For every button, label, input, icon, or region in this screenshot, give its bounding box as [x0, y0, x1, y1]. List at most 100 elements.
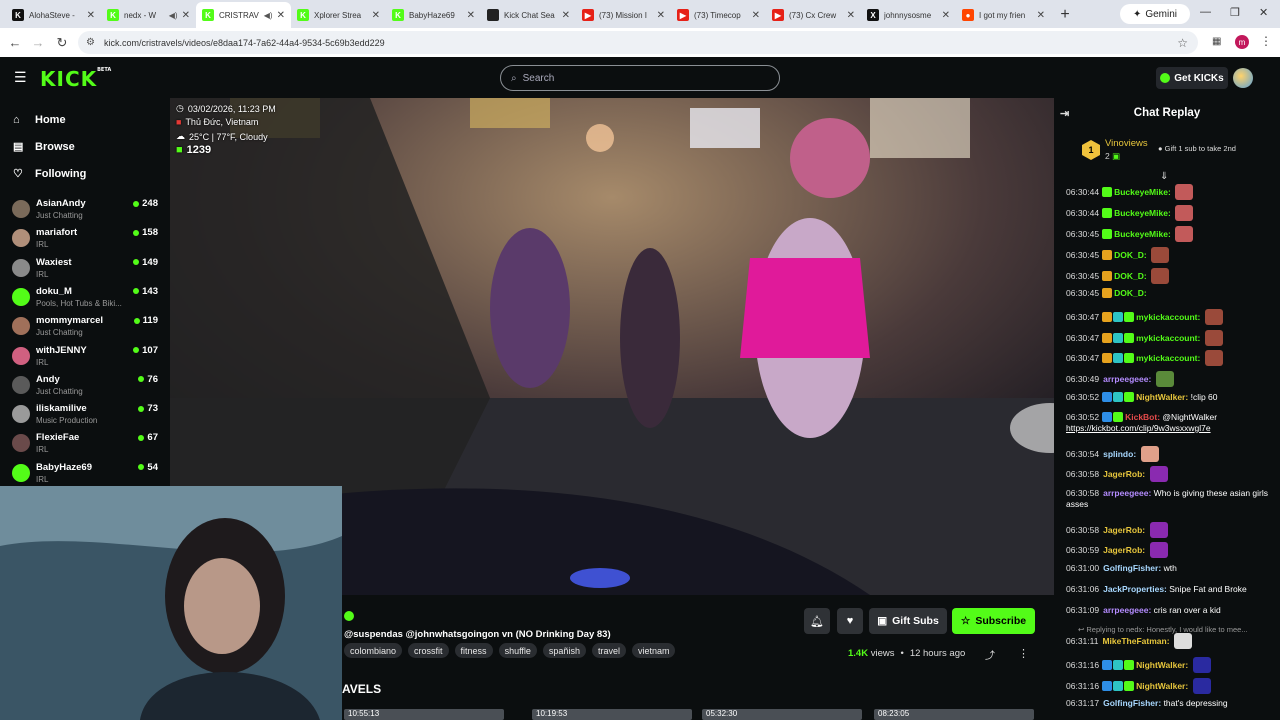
url-field[interactable]: ⚙ kick.com/cristravels/videos/e8daa174-7… [78, 31, 1198, 54]
chat-username[interactable]: splindo: [1103, 449, 1136, 459]
share-icon[interactable]: ⤴ [985, 647, 995, 662]
sidebar-channel[interactable]: doku_M Pools, Hot Tubs & Biki... 143 [12, 284, 162, 312]
search-input[interactable]: ⌕ Search [500, 65, 780, 91]
back-icon[interactable]: ← [3, 35, 27, 50]
gemini-button[interactable]: ✦ Gemini [1120, 4, 1190, 24]
chat-username[interactable]: mykickaccount: [1136, 353, 1200, 363]
video-thumbnail[interactable]: 05:32:30 [702, 709, 862, 720]
chat-username[interactable]: BuckeyeMike: [1114, 187, 1171, 197]
close-tab-icon[interactable]: ✕ [277, 10, 285, 21]
browser-tab[interactable]: K BabyHaze69 ✕ [386, 2, 481, 28]
collapse-chat-icon[interactable]: ⇥ [1060, 107, 1069, 120]
extensions-icon[interactable]: ▦ [1212, 36, 1221, 47]
browser-tab[interactable]: ▶ (73) Timecop ✕ [671, 2, 766, 28]
top-gifter[interactable]: 1 Vinoviews 2 ▣ ● Gift 1 sub to take 2nd [1082, 138, 1272, 168]
close-tab-icon[interactable]: ✕ [657, 10, 665, 21]
new-tab-button[interactable]: + [1051, 2, 1079, 28]
tag-chip[interactable]: vietnam [631, 643, 676, 658]
sidebar-item-following[interactable]: ♡ Following [0, 160, 170, 187]
sidebar-channel[interactable]: Andy Just Chatting 76 [12, 372, 162, 400]
notification-bell-button[interactable]: 🔔︎ [804, 608, 830, 634]
chat-username[interactable]: JackProperties: [1103, 584, 1167, 594]
sidebar-item-browse[interactable]: ▤ Browse [0, 133, 170, 160]
chat-username[interactable]: MikeTheFatman: [1102, 636, 1169, 646]
tag-chip[interactable]: colombiano [344, 643, 403, 658]
clip-link[interactable]: https://kickbot.com/clip/9w3wsxxwgl7e [1066, 423, 1211, 433]
chat-username[interactable]: mykickaccount: [1136, 312, 1200, 322]
chat-username[interactable]: DOK_D: [1114, 271, 1147, 281]
maximize-icon[interactable]: ❐ [1230, 6, 1240, 19]
chat-username[interactable]: GolfingFisher: [1103, 698, 1161, 708]
sidebar-item-home[interactable]: ⌂ Home [0, 106, 170, 133]
sidebar-channel[interactable]: Waxiest IRL 149 [12, 255, 162, 283]
sidebar-channel[interactable]: mariafort IRL 158 [12, 225, 162, 253]
subscribe-button[interactable]: ☆ Subscribe [952, 608, 1035, 634]
sidebar-channel[interactable]: AsianAndy Just Chatting 248 [12, 196, 162, 224]
sidebar-channel[interactable]: FlexieFae IRL 67 [12, 430, 162, 458]
chat-username[interactable]: BuckeyeMike: [1114, 229, 1171, 239]
chat-username[interactable]: NightWalker: [1136, 392, 1188, 402]
chat-username[interactable]: JagerRob: [1103, 545, 1145, 555]
chat-username[interactable]: arrpeegeee: [1103, 488, 1151, 498]
user-avatar[interactable] [1233, 68, 1253, 88]
gift-subs-button[interactable]: ▣ Gift Subs [869, 608, 947, 634]
chat-username[interactable]: DOK_D: [1114, 288, 1147, 298]
chat-username[interactable]: KickBot: [1125, 412, 1160, 422]
forward-icon[interactable]: → [26, 35, 50, 50]
chat-username[interactable]: GolfingFisher: [1103, 563, 1161, 573]
more-options-icon[interactable]: ⋮ [1018, 647, 1029, 660]
close-tab-icon[interactable]: ✕ [847, 10, 855, 21]
sidebar-channel[interactable]: iliskamilive Music Production 73 [12, 401, 162, 429]
chat-username[interactable]: arrpeegeee: [1103, 374, 1151, 384]
close-tab-icon[interactable]: ✕ [467, 10, 475, 21]
reload-icon[interactable]: ↻ [50, 35, 74, 51]
tag-chip[interactable]: fitness [454, 643, 493, 658]
video-thumbnail[interactable]: 08:23:05 [874, 709, 1034, 720]
close-window-icon[interactable]: ✕ [1259, 6, 1268, 19]
chat-username[interactable]: mykickaccount: [1136, 333, 1200, 343]
browser-tab[interactable]: ▶ (73) Mission I ✕ [576, 2, 671, 28]
browser-tab[interactable]: K AlohaSteve - ✕ [6, 2, 101, 28]
close-tab-icon[interactable]: ✕ [182, 10, 190, 21]
sidebar-channel[interactable]: BabyHaze69 IRL 54 [12, 460, 162, 488]
browser-tab[interactable]: Kick Chat Sea ✕ [481, 2, 576, 28]
get-kicks-button[interactable]: Get KICKs [1156, 67, 1228, 89]
close-tab-icon[interactable]: ✕ [87, 10, 95, 21]
site-info-icon[interactable]: ⚙ [86, 37, 95, 48]
gift-sub-prompt[interactable]: ● Gift 1 sub to take 2nd [1158, 144, 1236, 153]
close-tab-icon[interactable]: ✕ [1037, 10, 1045, 21]
chat-username[interactable]: NightWalker: [1136, 660, 1188, 670]
browser-tab[interactable]: Xjohnnysosme ✕ [861, 2, 956, 28]
hamburger-menu-icon[interactable]: ☰ [14, 70, 28, 84]
chat-username[interactable]: arrpeegeee: [1103, 605, 1151, 615]
tag-chip[interactable]: travel [591, 643, 626, 658]
video-thumbnail[interactable]: 10:55:13 [344, 709, 504, 720]
sidebar-channel[interactable]: withJENNY IRL 107 [12, 343, 162, 371]
chat-username[interactable]: JagerRob: [1103, 525, 1145, 535]
tag-chip[interactable]: shuffle [498, 643, 537, 658]
browser-tab[interactable]: K CRISTRAV ◀) ✕ [196, 2, 291, 28]
speaker-icon[interactable]: ◀) [169, 11, 178, 20]
speaker-icon[interactable]: ◀) [264, 11, 273, 20]
browser-tab[interactable]: ● I got my frien ✕ [956, 2, 1051, 28]
profile-avatar[interactable]: m [1235, 35, 1249, 49]
sidebar-channel[interactable]: mommymarcel Just Chatting 119 [12, 313, 162, 341]
close-tab-icon[interactable]: ✕ [942, 10, 950, 21]
minimize-icon[interactable]: — [1200, 6, 1211, 18]
chat-username[interactable]: JagerRob: [1103, 469, 1145, 479]
browser-menu-icon[interactable]: ⋮ [1260, 34, 1272, 48]
kick-logo[interactable]: KICKBETA [40, 67, 111, 91]
browser-tab[interactable]: ▶ (73) Cx Crew ✕ [766, 2, 861, 28]
chat-username[interactable]: DOK_D: [1114, 250, 1147, 260]
chat-username[interactable]: BuckeyeMike: [1114, 208, 1171, 218]
video-thumbnail[interactable]: 10:19:53 [532, 709, 692, 720]
tag-chip[interactable]: crossfit [408, 643, 449, 658]
tag-chip[interactable]: spañish [542, 643, 586, 658]
bookmark-star-icon[interactable]: ☆ [1177, 36, 1188, 50]
pin-toggle-icon[interactable]: ⇓ [1160, 171, 1168, 182]
chat-username[interactable]: NightWalker: [1136, 681, 1188, 691]
close-tab-icon[interactable]: ✕ [562, 10, 570, 21]
browser-tab[interactable]: Knedx - W ◀) ✕ [101, 2, 196, 28]
close-tab-icon[interactable]: ✕ [752, 10, 760, 21]
close-tab-icon[interactable]: ✕ [372, 10, 380, 21]
